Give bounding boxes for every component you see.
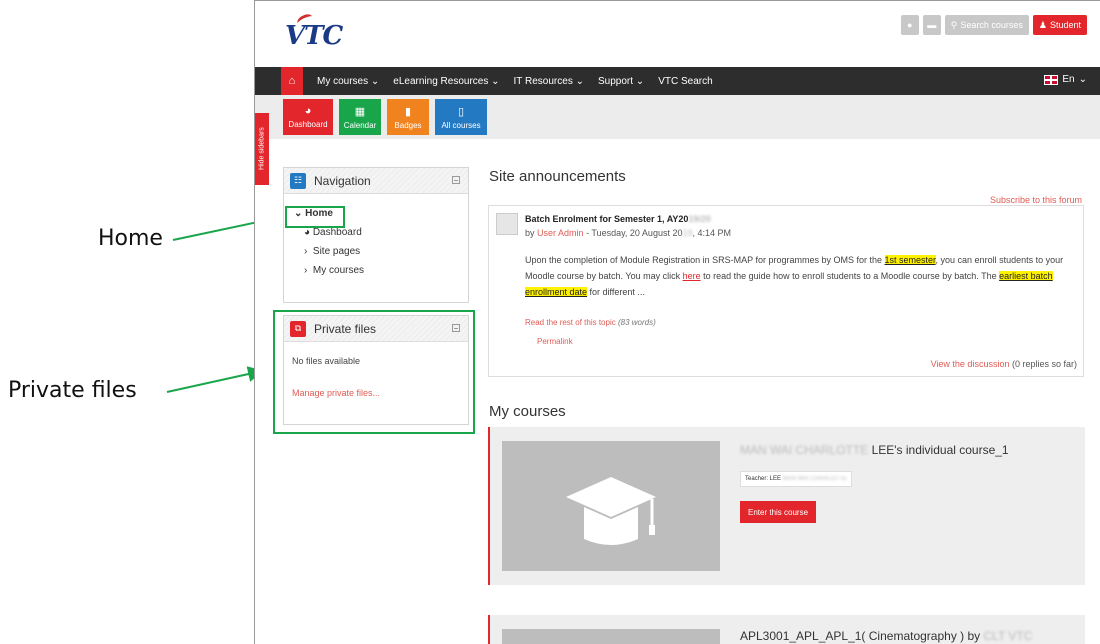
my-courses-heading: My courses (489, 403, 566, 420)
navigation-title: Navigation (314, 173, 371, 188)
tachometer-icon: ◕ (304, 227, 311, 238)
chat-icon[interactable]: ▬ (922, 15, 941, 35)
post-body: Upon the completion of Module Registrati… (525, 255, 1064, 297)
nav-tree-my-courses[interactable]: › My courses (294, 261, 462, 280)
read-rest-link[interactable]: Read the rest of this topic (83 words) (525, 318, 656, 327)
private-files-highlight-box (273, 310, 475, 434)
book-icon: ▯ (457, 105, 465, 118)
nav-tree-site-pages[interactable]: › Site pages (294, 242, 462, 261)
subscribe-forum-link[interactable]: Subscribe to this forum (990, 195, 1082, 205)
search-courses-button[interactable]: ⚲ Search courses (944, 15, 1029, 35)
vtc-logo[interactable]: VTC (285, 12, 343, 51)
quick-links-bar: ◕ Dashboard ▦ Calendar ▮ Badges ▯ All co… (255, 95, 1100, 139)
course-image[interactable] (502, 441, 720, 571)
view-discussion-link[interactable]: View the discussion (931, 359, 1010, 369)
nav-support[interactable]: Support ⌄ (598, 76, 644, 87)
main-navbar: ⌂ My courses ⌄ eLearning Resources ⌄ IT … (255, 67, 1100, 95)
private-files-callout-label: Private files (8, 378, 137, 403)
view-discussion: View the discussion (0 replies so far) (930, 359, 1077, 369)
dashboard-icon: ◕ (304, 105, 312, 117)
course-card: MAN WAI CHARLOTTE LEE's individual cours… (488, 427, 1085, 585)
nav-my-courses[interactable]: My courses ⌄ (317, 76, 379, 87)
chevron-right-icon: › (304, 246, 308, 257)
calendar-button[interactable]: ▦ Calendar (339, 99, 381, 135)
top-header: VTC ● ▬ ⚲ Search courses ♟ Student (255, 1, 1100, 67)
moodle-screenshot: VTC ● ▬ ⚲ Search courses ♟ Student ⌂ My … (254, 0, 1100, 644)
all-courses-button[interactable]: ▯ All courses (435, 99, 487, 135)
bell-icon[interactable]: ● (900, 15, 919, 35)
user-menu-button[interactable]: ♟ Student (1032, 15, 1087, 35)
private-files-arrow (166, 366, 264, 393)
navigation-block: ☷ Navigation ⌄ Home ◕ Dashboard › Site p… (283, 167, 469, 303)
minimize-icon[interactable] (452, 176, 460, 184)
home-icon[interactable]: ⌂ (281, 67, 303, 95)
enter-course-button[interactable]: Enter this course (740, 501, 817, 523)
search-icon: ⚲ (950, 19, 958, 30)
author-link[interactable]: User Admin (537, 228, 584, 238)
hide-sidebars-tab[interactable]: Hide sidebars (255, 113, 269, 185)
language-selector[interactable]: En ⌄ (1044, 74, 1087, 85)
home-callout-label: Home (98, 226, 163, 251)
permalink-link[interactable]: Permalink (537, 337, 573, 346)
dashboard-button[interactable]: ◕ Dashboard (283, 99, 333, 135)
graduation-cap-icon (566, 477, 656, 545)
course-card: APL3001_APL_APL_1( Cinematography ) by C… (488, 615, 1085, 644)
badges-button[interactable]: ▮ Badges (387, 99, 429, 135)
chevron-right-icon: › (304, 265, 308, 276)
site-announcements-heading: Site announcements (489, 168, 626, 185)
home-highlight-box (285, 206, 345, 228)
nav-vtc-search[interactable]: VTC Search (658, 76, 712, 87)
course-image[interactable] (502, 629, 720, 644)
nav-it-resources[interactable]: IT Resources ⌄ (514, 76, 584, 87)
post-byline: by User Admin - Tuesday, 20 August 2019,… (525, 228, 732, 238)
course-title[interactable]: MAN WAI CHARLOTTE LEE's individual cours… (740, 443, 1009, 457)
guide-here-link[interactable]: here (683, 271, 701, 281)
sitemap-icon: ☷ (290, 172, 306, 189)
avatar (496, 213, 518, 235)
user-icon: ♟ (1038, 19, 1047, 30)
course-title[interactable]: APL3001_APL_APL_1( Cinematography ) by C… (740, 629, 1032, 643)
bookmark-icon: ▮ (404, 105, 412, 118)
teacher-badge: Teacher: LEE MAN WAI CHARLOTTE (740, 471, 852, 487)
nav-elearning-resources[interactable]: eLearning Resources ⌄ (393, 76, 499, 87)
announcement-post: Batch Enrolment for Semester 1, AY2019/2… (488, 205, 1084, 377)
uk-flag-icon (1044, 74, 1059, 85)
navigation-block-header: ☷ Navigation (284, 168, 468, 194)
top-icons: ● ▬ ⚲ Search courses ♟ Student (900, 15, 1087, 35)
post-title[interactable]: Batch Enrolment for Semester 1, AY2019/2… (525, 214, 711, 224)
highlight-1st-semester: 1st semester (884, 255, 936, 265)
calendar-icon: ▦ (354, 105, 366, 118)
